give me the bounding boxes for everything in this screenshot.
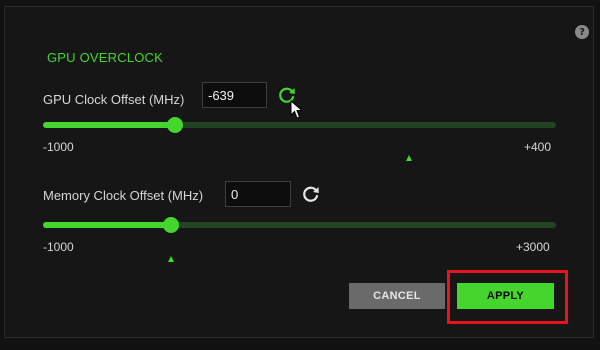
memory-clock-slider-thumb[interactable] <box>163 217 180 233</box>
gpu-clock-slider-thumb[interactable] <box>167 117 184 133</box>
memory-clock-max-label: +3000 <box>516 240 550 254</box>
help-icon[interactable]: ? <box>575 25 589 39</box>
memory-clock-reset-icon[interactable] <box>301 184 321 204</box>
gpu-clock-offset-input[interactable] <box>202 82 267 108</box>
dialog-title: GPU OVERCLOCK <box>47 50 164 65</box>
memory-clock-offset-input[interactable] <box>225 181 291 207</box>
mouse-cursor-icon <box>290 100 304 119</box>
gpu-clock-max-label: +400 <box>524 140 552 154</box>
apply-highlight-box <box>447 270 568 324</box>
help-symbol: ? <box>579 26 585 38</box>
memory-clock-offset-label: Memory Clock Offset (MHz) <box>43 188 204 203</box>
cancel-button[interactable]: CANCEL <box>349 283 445 309</box>
gpu-clock-slider-fill <box>43 122 176 128</box>
gpu-clock-offset-label: GPU Clock Offset (MHz) <box>43 92 185 107</box>
memory-clock-default-marker <box>168 256 175 262</box>
gpu-clock-default-marker <box>406 155 413 161</box>
gpu-clock-slider[interactable] <box>43 117 556 133</box>
memory-clock-slider-fill <box>43 222 172 228</box>
memory-clock-slider[interactable] <box>43 217 556 233</box>
memory-clock-min-label: -1000 <box>43 240 74 254</box>
gpu-clock-min-label: -1000 <box>43 140 74 154</box>
